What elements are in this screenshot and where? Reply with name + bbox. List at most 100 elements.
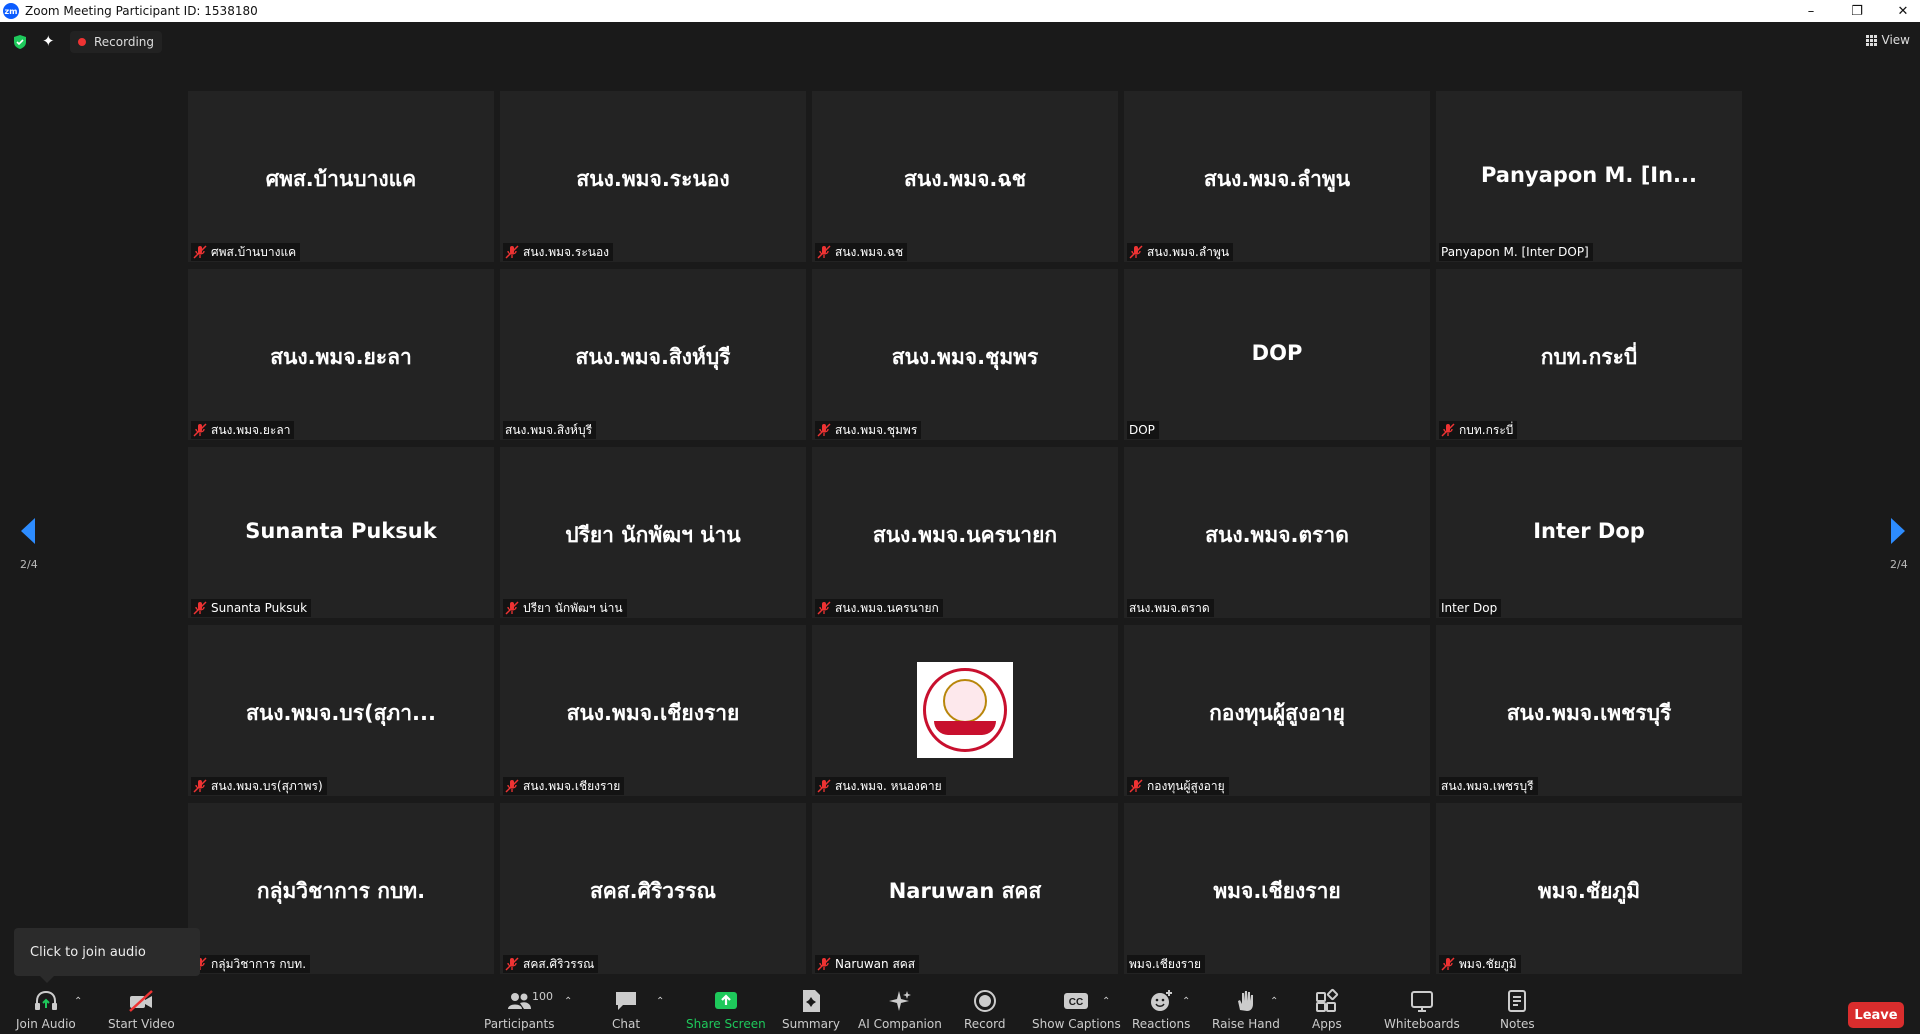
- restore-button[interactable]: ❐: [1834, 0, 1880, 22]
- participant-name-label: Panyapon M. [Inter DOP]: [1439, 243, 1593, 261]
- muted-mic-icon: [817, 779, 831, 793]
- participant-tile[interactable]: สคส.ศิริวรรณ สคส.ศิริวรรณ: [500, 803, 806, 974]
- audio-options-caret-icon[interactable]: ⌃: [74, 996, 82, 1007]
- participant-label-text: ศพส.บ้านบางแค: [211, 244, 297, 259]
- encryption-shield-icon[interactable]: [12, 34, 28, 50]
- participant-label-text: สนง.พมจ.ชุมพร: [835, 422, 918, 437]
- record-button[interactable]: Record: [964, 988, 1005, 1031]
- raise-hand-caret-icon[interactable]: ⌃: [1270, 996, 1278, 1007]
- participant-tile[interactable]: สนง.พมจ.ชุมพร สนง.พมจ.ชุมพร: [812, 269, 1118, 440]
- view-button[interactable]: View: [1865, 33, 1910, 47]
- participant-tile[interactable]: สนง.พมจ.ระนอง สนง.พมจ.ระนอง: [500, 91, 806, 262]
- participant-tile[interactable]: พมจ.เชียงราย พมจ.เชียงราย: [1124, 803, 1430, 974]
- previous-page-arrow-icon[interactable]: [18, 516, 38, 546]
- participant-tile[interactable]: พมจ.ชัยภูมิ พมจ.ชัยภูมิ: [1436, 803, 1742, 974]
- captions-caret-icon[interactable]: ⌃: [1102, 996, 1110, 1007]
- muted-mic-icon: [193, 245, 207, 259]
- record-icon: [973, 990, 996, 1012]
- participant-display-name: สนง.พมจ.ลำพูน: [1203, 167, 1351, 191]
- participant-tile[interactable]: สนง.พมจ.สิงห์บุรี สนง.พมจ.สิงห์บุรี: [500, 269, 806, 440]
- participant-tile[interactable]: ปรียา นักพัฒฯ น่าน ปรียา นักพัฒฯ น่าน: [500, 447, 806, 618]
- leave-button[interactable]: Leave: [1848, 1002, 1904, 1028]
- reactions-button[interactable]: Reactions: [1132, 988, 1190, 1031]
- reactions-caret-icon[interactable]: ⌃: [1182, 996, 1190, 1007]
- participant-tile[interactable]: DOP DOP: [1124, 269, 1430, 440]
- participant-tile[interactable]: สนง.พมจ.นครนายก สนง.พมจ.นครนายก: [812, 447, 1118, 618]
- reactions-smiley-icon: [1151, 990, 1173, 1011]
- participant-display-name: DOP: [1251, 341, 1303, 365]
- participant-name-label: ปรียา นักพัฒฯ น่าน: [503, 599, 627, 617]
- participant-tile[interactable]: สนง.พมจ.ยะลา สนง.พมจ.ยะลา: [188, 269, 494, 440]
- muted-mic-icon: [1129, 779, 1143, 793]
- participant-name-label: สนง.พมจ.นครนายก: [815, 599, 943, 617]
- join-audio-tooltip: Click to join audio: [14, 928, 200, 976]
- participant-name-label: สนง.พมจ.ชุมพร: [815, 421, 922, 439]
- participant-display-name: สนง.พมจ.บร(สุภา...: [246, 701, 436, 725]
- whiteboards-button[interactable]: Whiteboards: [1384, 988, 1460, 1031]
- participant-name-label: กบท.กระบี่: [1439, 421, 1518, 439]
- participant-label-text: Sunanta Puksuk: [211, 601, 308, 615]
- next-page-arrow-icon[interactable]: [1888, 516, 1908, 546]
- participant-display-name: สนง.พมจ.ฉช: [904, 167, 1026, 191]
- participant-tile[interactable]: Naruwan สคส Naruwan สคส: [812, 803, 1118, 974]
- participant-display-name: Panyapon M. [In...: [1480, 163, 1697, 187]
- participant-tile[interactable]: สนง.พมจ.เชียงราย สนง.พมจ.เชียงราย: [500, 625, 806, 796]
- chat-caret-icon[interactable]: ⌃: [656, 996, 664, 1007]
- video-off-icon: [129, 990, 154, 1012]
- meeting-topbar: ✦ Recording View: [0, 22, 1920, 62]
- participant-name-label: สนง.พมจ.เชียงราย: [503, 777, 625, 795]
- view-label: View: [1881, 33, 1910, 47]
- participant-tile[interactable]: Sunanta Puksuk Sunanta Puksuk: [188, 447, 494, 618]
- join-audio-button[interactable]: Join Audio: [16, 988, 76, 1031]
- participant-tile[interactable]: สนง.พมจ.เพชรบุรี สนง.พมจ.เพชรบุรี: [1436, 625, 1742, 796]
- ai-companion-label: AI Companion: [858, 1017, 942, 1031]
- participant-label-text: DOP: [1129, 423, 1155, 437]
- participant-display-name: Inter Dop: [1533, 519, 1645, 543]
- record-label: Record: [964, 1017, 1006, 1031]
- chat-button[interactable]: Chat: [612, 988, 640, 1031]
- show-captions-label: Show Captions: [1032, 1017, 1121, 1031]
- participant-label-text: สนง.พมจ.นครนายก: [835, 600, 939, 615]
- notes-button[interactable]: Notes: [1500, 988, 1535, 1031]
- start-video-label: Start Video: [108, 1017, 175, 1031]
- participant-label-text: Panyapon M. [Inter DOP]: [1441, 245, 1589, 259]
- apps-button[interactable]: Apps: [1312, 988, 1342, 1031]
- participant-name-label: พมจ.เชียงราย: [1127, 955, 1206, 973]
- participant-tile[interactable]: สนง.พมจ.ตราด สนง.พมจ.ตราด: [1124, 447, 1430, 618]
- ai-sparkle-icon[interactable]: ✦: [42, 32, 55, 50]
- summary-label: Summary: [782, 1017, 840, 1031]
- participant-tile[interactable]: สนง.พมจ. หนองคาย: [812, 625, 1118, 796]
- start-video-button[interactable]: Start Video: [108, 988, 175, 1031]
- ai-companion-button[interactable]: AI Companion: [858, 988, 942, 1031]
- share-screen-icon: [714, 992, 737, 1009]
- participant-tile[interactable]: กลุ่มวิชาการ กบท. กลุ่มวิชาการ กบท.: [188, 803, 494, 974]
- participant-name-label: สนง.พมจ.เพชรบุรี: [1439, 777, 1538, 795]
- participant-tile[interactable]: Panyapon M. [In... Panyapon M. [Inter DOP…: [1436, 91, 1742, 262]
- muted-mic-icon: [505, 957, 519, 971]
- muted-mic-icon: [193, 423, 207, 437]
- muted-mic-icon: [193, 601, 207, 615]
- participant-tile[interactable]: สนง.พมจ.ฉช สนง.พมจ.ฉช: [812, 91, 1118, 262]
- recording-indicator[interactable]: Recording: [70, 31, 163, 53]
- share-screen-button[interactable]: Share Screen: [686, 988, 766, 1031]
- close-button[interactable]: ✕: [1880, 0, 1920, 22]
- participant-name-label: พมจ.ชัยภูมิ: [1439, 955, 1521, 973]
- participants-caret-icon[interactable]: ⌃: [564, 996, 572, 1007]
- participant-name-label: DOP: [1127, 421, 1159, 439]
- participant-display-name: Naruwan สคส: [888, 879, 1042, 903]
- participant-display-name: สนง.พมจ.ระนอง: [576, 167, 730, 191]
- summary-button[interactable]: Summary: [782, 988, 840, 1031]
- window-titlebar: zm Zoom Meeting Participant ID: 1538180 …: [0, 0, 1920, 22]
- participant-name-label: Inter Dop: [1439, 599, 1502, 617]
- gallery-grid: ศพส.บ้านบางแค ศพส.บ้านบางแค สนง.พมจ.ระนองส…: [188, 91, 1742, 976]
- participant-tile[interactable]: ศพส.บ้านบางแค ศพส.บ้านบางแค: [188, 91, 494, 262]
- raise-hand-button[interactable]: Raise Hand: [1212, 988, 1280, 1031]
- participant-tile[interactable]: Inter Dop Inter Dop: [1436, 447, 1742, 618]
- participant-label-text: สคส.ศิริวรรณ: [523, 956, 595, 971]
- participant-tile[interactable]: สนง.พมจ.บร(สุภา... สนง.พมจ.บร(สุภาพร): [188, 625, 494, 796]
- show-captions-button[interactable]: CC Show Captions: [1032, 988, 1121, 1031]
- participant-tile[interactable]: สนง.พมจ.ลำพูน สนง.พมจ.ลำพูน: [1124, 91, 1430, 262]
- minimize-button[interactable]: –: [1788, 0, 1834, 22]
- participant-tile[interactable]: กบท.กระบี่ กบท.กระบี่: [1436, 269, 1742, 440]
- participant-tile[interactable]: กองทุนผู้สูงอายุ กองทุนผู้สูงอายุ: [1124, 625, 1430, 796]
